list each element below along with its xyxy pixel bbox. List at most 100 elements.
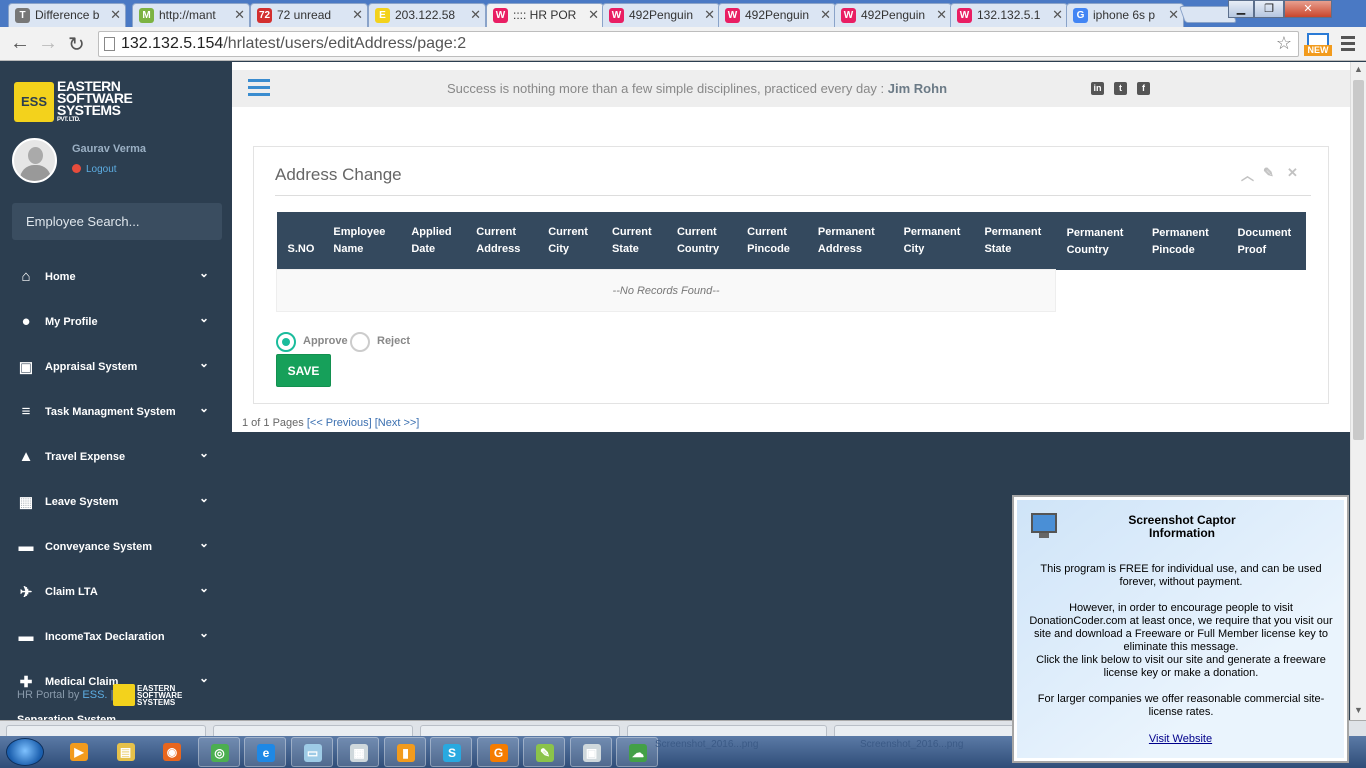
- extension-icon[interactable]: NEW: [1304, 33, 1332, 57]
- browser-menu-icon[interactable]: [1341, 36, 1355, 54]
- chevron-down-icon[interactable]: ⌄: [199, 311, 209, 325]
- taskbar-cloud-sync[interactable]: ☁: [616, 737, 658, 767]
- footer-ess-link[interactable]: ESS.: [82, 689, 107, 701]
- avatar[interactable]: [12, 138, 57, 183]
- sidebar-item-task-managment-system[interactable]: ≡ Task Managment System ⌄: [0, 400, 232, 434]
- company-logo[interactable]: ESS EASTERN SOFTWARE SYSTEMS PVT. LTD.: [14, 79, 164, 126]
- url-host: 132.132.5.154: [121, 35, 224, 52]
- taskbar-notepad[interactable]: ▭: [290, 737, 333, 767]
- tab-close-icon[interactable]: ✕: [110, 7, 121, 23]
- sidebar-item-incometax-declaration[interactable]: ▬ IncomeTax Declaration ⌄: [0, 625, 232, 659]
- vertical-scrollbar[interactable]: ▲ ▼: [1350, 62, 1366, 720]
- sidebar-item-my-profile[interactable]: ● My Profile ⌄: [0, 310, 232, 344]
- taskbar-firefox[interactable]: ◉: [151, 737, 193, 767]
- address-bar[interactable]: 132.132.5.154/hrlatest/users/editAddress…: [98, 31, 1299, 57]
- chevron-down-icon[interactable]: ⌄: [199, 671, 209, 685]
- reject-radio-button[interactable]: [350, 332, 370, 352]
- save-button[interactable]: SAVE: [276, 354, 331, 387]
- browser-tab[interactable]: W 132.132.5.1 ✕: [950, 3, 1068, 27]
- bookmark-star-icon[interactable]: ☆: [1276, 33, 1292, 54]
- chevron-down-icon[interactable]: ⌄: [199, 491, 209, 505]
- tab-close-icon[interactable]: ✕: [820, 7, 831, 23]
- sidebar-item-appraisal-system[interactable]: ▣ Appraisal System ⌄: [0, 355, 232, 389]
- next-link[interactable]: [Next >>]: [375, 417, 420, 429]
- collapse-icon[interactable]: ︿: [1241, 165, 1254, 184]
- scroll-down-icon[interactable]: ▼: [1354, 705, 1363, 715]
- tab-title: 492Penguin: [861, 8, 926, 22]
- close-icon[interactable]: ✕: [1287, 165, 1298, 181]
- forward-icon[interactable]: →: [38, 32, 58, 55]
- chevron-down-icon[interactable]: ⌄: [199, 626, 209, 640]
- chevron-down-icon[interactable]: ⌄: [199, 401, 209, 415]
- column-header: Current Country: [665, 212, 737, 270]
- tab-close-icon[interactable]: ✕: [234, 7, 245, 23]
- browser-tab[interactable]: W 492Penguin ✕: [602, 3, 720, 27]
- reload-icon[interactable]: ↻: [68, 32, 85, 57]
- twitter-icon[interactable]: t: [1114, 82, 1127, 95]
- visit-website-link[interactable]: Visit Website: [1017, 733, 1344, 745]
- user-name: Gaurav Verma: [72, 143, 146, 155]
- sidebar-item-conveyance-system[interactable]: ▬ Conveyance System ⌄: [0, 535, 232, 569]
- tab-close-icon[interactable]: ✕: [704, 7, 715, 23]
- truck-icon: ▬: [18, 628, 34, 645]
- taskbar-internet-explorer[interactable]: e: [244, 737, 286, 767]
- restore-button[interactable]: ❐: [1254, 0, 1284, 18]
- close-window-button[interactable]: ✕: [1284, 0, 1332, 18]
- approve-radio-button[interactable]: [276, 332, 296, 352]
- logout-link[interactable]: Logout: [72, 164, 117, 175]
- dialog-paragraph: Click the link below to visit our site a…: [1036, 654, 1326, 679]
- taskbar-screenshot-captor[interactable]: ▣: [569, 737, 612, 767]
- browser-tab[interactable]: W 492Penguin ✕: [834, 3, 952, 27]
- chevron-down-icon[interactable]: ⌄: [199, 356, 209, 370]
- employee-search-input[interactable]: [12, 203, 222, 240]
- browser-tab[interactable]: W 492Penguin ✕: [718, 3, 836, 27]
- tab-close-icon[interactable]: ✕: [1168, 7, 1179, 23]
- taskbar-skype[interactable]: S: [430, 737, 472, 767]
- column-header: Employee Name: [322, 212, 401, 270]
- address-change-panel: Address Change ︿ ✎ ✕ S.NO Employee Name Ap…: [253, 146, 1329, 404]
- browser-tab[interactable]: E 203.122.58 ✕: [368, 3, 486, 27]
- tab-close-icon[interactable]: ✕: [352, 7, 363, 23]
- chevron-down-icon[interactable]: ⌄: [199, 446, 209, 460]
- main-content: Success is nothing more than a few simpl…: [232, 62, 1350, 432]
- taskbar-phone-app[interactable]: ▮: [383, 737, 426, 767]
- chevron-down-icon[interactable]: ⌄: [199, 536, 209, 550]
- tab-close-icon[interactable]: ✕: [1052, 7, 1063, 23]
- sidebar-item-label: Appraisal System: [45, 361, 138, 373]
- taskbar-media-player[interactable]: ▶: [58, 737, 100, 767]
- taskbar-faded-item: Screenshot_2016...png: [860, 739, 964, 750]
- sidebar-item-leave-system[interactable]: ▦ Leave System ⌄: [0, 490, 232, 524]
- browser-tab[interactable]: Mhttp://mant ✕: [132, 3, 250, 27]
- taskbar-file-explorer[interactable]: ▤: [105, 737, 147, 767]
- sidebar-item-label: Travel Expense: [45, 451, 126, 463]
- sidebar-item-claim-lta[interactable]: ✈ Claim LTA ⌄: [0, 580, 232, 614]
- facebook-icon[interactable]: f: [1137, 82, 1150, 95]
- taskbar-calculator[interactable]: ▦: [337, 737, 379, 767]
- address-table: S.NO Employee Name Applied Date Current Add…: [275, 212, 1306, 312]
- scroll-up-icon[interactable]: ▲: [1354, 64, 1363, 74]
- chevron-down-icon[interactable]: ⌄: [199, 266, 209, 280]
- wrench-icon[interactable]: ✎: [1263, 165, 1274, 181]
- taskbar-editor[interactable]: ✎: [523, 737, 565, 767]
- tab-close-icon[interactable]: ✕: [588, 7, 599, 23]
- back-icon[interactable]: ←: [10, 32, 30, 55]
- start-button[interactable]: [6, 738, 44, 766]
- tab-title: iphone 6s p: [1093, 8, 1156, 22]
- scrollbar-thumb[interactable]: [1353, 80, 1364, 440]
- sidebar-toggle-icon[interactable]: [248, 79, 270, 100]
- tab-close-icon[interactable]: ✕: [936, 7, 947, 23]
- taskbar-browser-app[interactable]: G: [476, 737, 519, 767]
- chevron-down-icon[interactable]: ⌄: [199, 581, 209, 595]
- tab-close-icon[interactable]: ✕: [470, 7, 481, 23]
- browser-tab[interactable]: T Difference b ✕: [8, 3, 126, 27]
- sidebar-item-travel-expense[interactable]: ▲ Travel Expense ⌄: [0, 445, 232, 479]
- browser-tab[interactable]: 72 72 unread ✕: [250, 3, 368, 27]
- sidebar-item-home[interactable]: ⌂ Home ⌄: [0, 265, 232, 299]
- previous-link[interactable]: [<< Previous]: [307, 417, 372, 429]
- browser-tab[interactable]: Giphone 6s p ✕: [1066, 3, 1184, 27]
- browser-tab[interactable]: W:::: HR POR ✕: [486, 3, 604, 28]
- minimize-button[interactable]: ▁: [1228, 0, 1254, 18]
- taskbar-chrome[interactable]: ◎: [197, 737, 240, 767]
- linkedin-icon[interactable]: in: [1091, 82, 1104, 95]
- tab-favicon-icon: 72: [257, 8, 272, 23]
